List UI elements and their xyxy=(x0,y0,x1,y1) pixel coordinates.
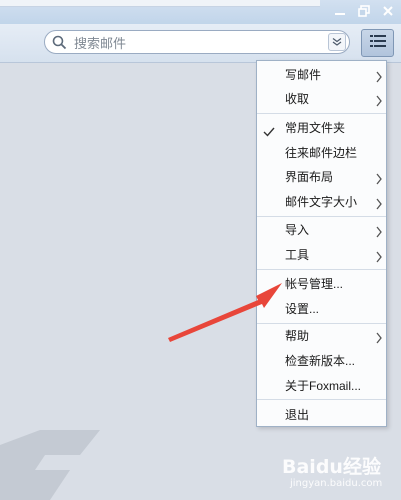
hamburger-menu-icon xyxy=(369,34,386,53)
search-icon[interactable] xyxy=(52,35,67,55)
foxmail-logo-watermark xyxy=(0,430,100,500)
menu-item-about[interactable]: 关于Foxmail... xyxy=(257,374,386,398)
menu-item-receive[interactable]: 收取 xyxy=(257,87,386,111)
menu-item-tools[interactable]: 工具 xyxy=(257,243,386,267)
menu-item-import[interactable]: 导入 xyxy=(257,218,386,242)
main-dropdown-menu: 写邮件 收取 常用文件夹 往来邮件边栏 界面布局 邮件文字大小 导入 工具 帐号… xyxy=(256,60,387,427)
title-strip xyxy=(0,0,320,7)
menu-item-contact-sidebar[interactable]: 往来邮件边栏 xyxy=(257,141,386,165)
watermark-brand: Baidu经验 xyxy=(282,456,381,478)
menu-separator xyxy=(257,216,386,217)
menu-item-account-management[interactable]: 帐号管理... xyxy=(257,272,386,296)
toolbar xyxy=(0,24,401,63)
menu-item-settings[interactable]: 设置... xyxy=(257,297,386,321)
menu-item-check-updates[interactable]: 检查新版本... xyxy=(257,349,386,373)
search-box[interactable] xyxy=(44,30,350,54)
menu-separator xyxy=(257,269,386,270)
watermark: Baidu经验 jingyan.baidu.com xyxy=(282,452,397,496)
menu-item-help[interactable]: 帮助 xyxy=(257,324,386,348)
menu-item-exit[interactable]: 退出 xyxy=(257,403,386,427)
close-icon[interactable] xyxy=(381,4,395,18)
main-menu-button[interactable] xyxy=(361,29,394,57)
menu-separator xyxy=(257,113,386,114)
menu-separator xyxy=(257,399,386,400)
restore-icon[interactable] xyxy=(357,4,371,18)
window-controls xyxy=(333,4,395,18)
menu-item-compose[interactable]: 写邮件 xyxy=(257,63,386,87)
watermark-url: jingyan.baidu.com xyxy=(290,478,383,489)
menu-item-layout[interactable]: 界面布局 xyxy=(257,165,386,189)
title-bar xyxy=(0,0,401,24)
minimize-icon[interactable] xyxy=(333,4,347,18)
search-input[interactable] xyxy=(72,33,326,53)
menu-item-common-folders[interactable]: 常用文件夹 xyxy=(257,116,386,140)
menu-item-font-size[interactable]: 邮件文字大小 xyxy=(257,190,386,214)
chevron-down-icon[interactable] xyxy=(328,33,346,51)
